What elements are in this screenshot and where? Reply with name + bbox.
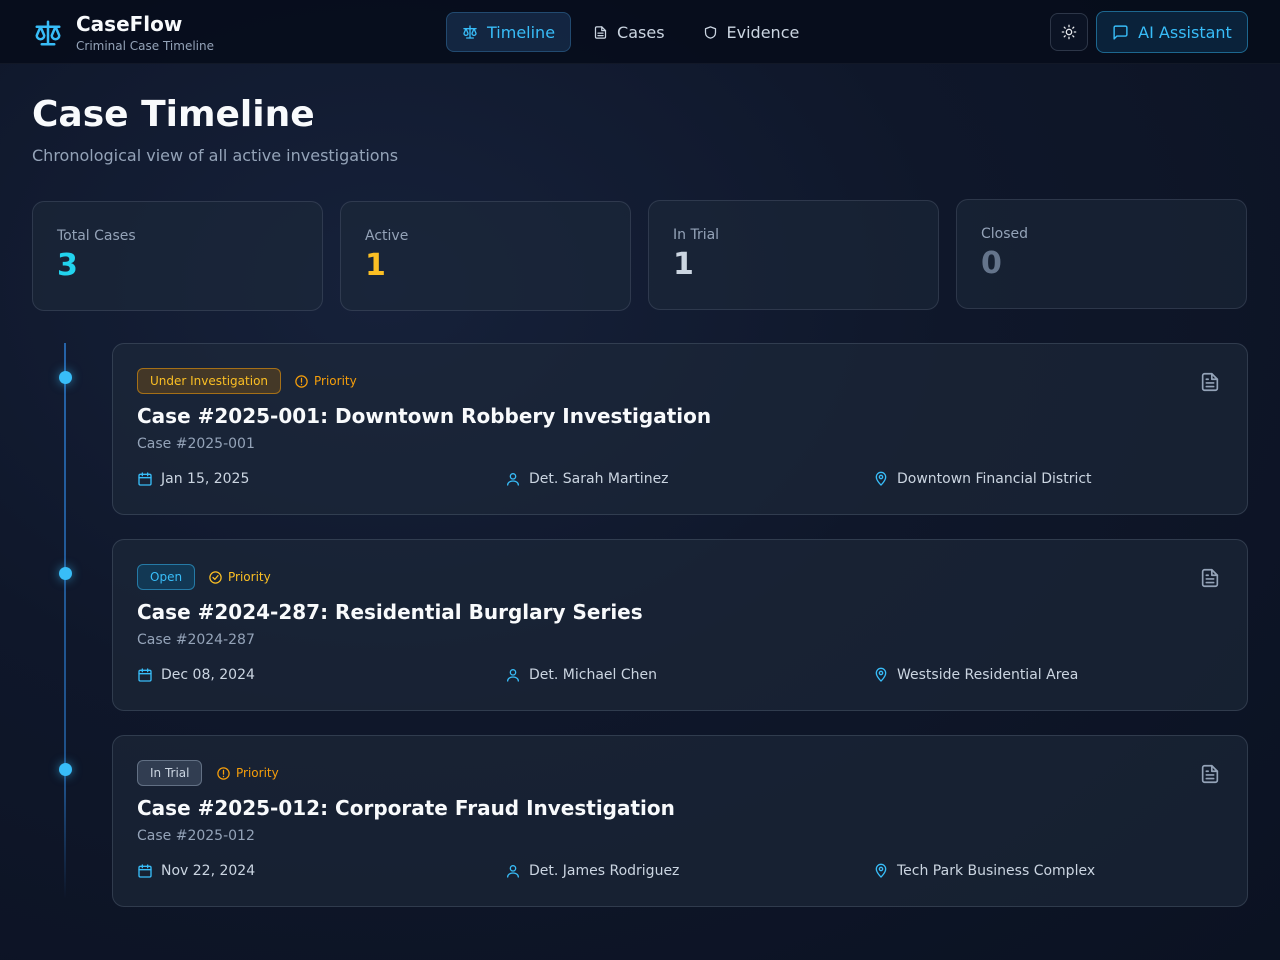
- priority-indicator: Priority: [216, 760, 279, 786]
- brand-subtitle: Criminal Case Timeline: [76, 39, 214, 53]
- document-icon[interactable]: [1199, 370, 1221, 398]
- top-navigation-bar: CaseFlow Criminal Case Timeline Timeline…: [0, 0, 1280, 64]
- stat-label: In Trial: [673, 227, 720, 243]
- stat-label: Active: [365, 228, 409, 244]
- scale-icon: [463, 25, 477, 39]
- case-title: Case #2025-012: Corporate Fraud Investig…: [137, 796, 675, 820]
- timeline-dot: [59, 763, 72, 776]
- user-icon: [507, 865, 519, 878]
- status-badge: Under Investigation: [137, 368, 282, 394]
- stat-card-closed: Closed 0: [956, 199, 1247, 309]
- stat-label: Closed: [981, 226, 1029, 242]
- page-title: Case Timeline: [32, 94, 315, 135]
- priority-indicator: Priority: [294, 368, 357, 394]
- case-detective: Det. Michael Chen: [505, 667, 657, 683]
- case-detective: Det. James Rodriguez: [505, 863, 679, 879]
- ai-assistant-button[interactable]: AI Assistant: [1096, 11, 1248, 53]
- document-icon[interactable]: [1199, 566, 1221, 594]
- case-detective: Det. Sarah Martinez: [505, 471, 669, 487]
- priority-indicator: Priority: [208, 564, 271, 590]
- case-card[interactable]: Open Priority Case #2024-287: Residentia…: [112, 539, 1248, 711]
- case-date-text: Nov 22, 2024: [161, 863, 256, 879]
- case-location-text: Westside Residential Area: [897, 667, 1079, 683]
- page-subtitle: Chronological view of all active investi…: [32, 146, 399, 165]
- case-detective-text: Det. Michael Chen: [529, 667, 657, 683]
- case-date: Jan 15, 2025: [137, 471, 249, 487]
- priority-label: Priority: [236, 766, 279, 780]
- stat-card-total: Total Cases 3: [32, 201, 323, 311]
- case-card[interactable]: Under Investigation Priority Case #2025-…: [112, 343, 1248, 515]
- sun-icon: [1061, 24, 1077, 40]
- user-icon: [507, 473, 519, 486]
- case-title: Case #2024-287: Residential Burglary Ser…: [137, 600, 643, 624]
- map-pin-icon: [875, 471, 887, 486]
- case-number: Case #2024-287: [137, 632, 255, 648]
- check-circle-icon: [209, 570, 222, 584]
- case-location-text: Tech Park Business Complex: [897, 863, 1096, 879]
- nav-evidence[interactable]: Evidence: [687, 12, 816, 52]
- stat-value: 1: [673, 247, 694, 282]
- shield-icon: [704, 25, 716, 39]
- main-nav: Timeline Cases Evidence: [446, 12, 821, 52]
- nav-evidence-label: Evidence: [726, 22, 800, 42]
- stat-value: 1: [365, 248, 386, 283]
- user-icon: [507, 669, 519, 682]
- case-card[interactable]: In Trial Priority Case #2025-012: Corpor…: [112, 735, 1248, 907]
- case-number: Case #2025-012: [137, 828, 255, 844]
- priority-label: Priority: [314, 374, 357, 388]
- stat-card-active: Active 1: [340, 201, 631, 311]
- case-location: Tech Park Business Complex: [873, 863, 1095, 879]
- scale-logo-icon: [32, 17, 64, 49]
- case-location: Westside Residential Area: [873, 667, 1078, 683]
- nav-timeline[interactable]: Timeline: [446, 12, 572, 52]
- alert-circle-icon: [295, 374, 308, 388]
- status-badge: Open: [137, 564, 196, 590]
- case-detective-text: Det. James Rodriguez: [529, 863, 680, 879]
- calendar-icon: [138, 668, 152, 682]
- theme-toggle-button[interactable]: [1050, 13, 1088, 51]
- timeline-line: [64, 343, 66, 898]
- calendar-icon: [138, 472, 152, 486]
- brand[interactable]: CaseFlow Criminal Case Timeline: [32, 12, 214, 54]
- file-icon: [594, 25, 607, 39]
- nav-timeline-label: Timeline: [487, 22, 556, 42]
- timeline-dot: [59, 371, 72, 384]
- timeline-dot: [59, 567, 72, 580]
- case-number: Case #2025-001: [137, 436, 255, 452]
- document-icon[interactable]: [1199, 762, 1221, 790]
- case-date-text: Jan 15, 2025: [161, 471, 250, 487]
- map-pin-icon: [875, 667, 887, 682]
- nav-cases-label: Cases: [617, 22, 665, 42]
- stat-value: 0: [981, 246, 1002, 281]
- case-detective-text: Det. Sarah Martinez: [529, 471, 669, 487]
- brand-name: CaseFlow: [76, 12, 183, 36]
- stat-value: 3: [57, 248, 78, 283]
- map-pin-icon: [875, 863, 887, 878]
- chat-icon: [1113, 24, 1128, 40]
- case-location: Downtown Financial District: [873, 471, 1092, 487]
- nav-cases[interactable]: Cases: [577, 12, 681, 52]
- case-date: Nov 22, 2024: [137, 863, 255, 879]
- ai-assistant-label: AI Assistant: [1138, 22, 1232, 42]
- case-date: Dec 08, 2024: [137, 667, 255, 683]
- stat-card-in-trial: In Trial 1: [648, 200, 939, 310]
- priority-label: Priority: [228, 570, 271, 584]
- calendar-icon: [138, 864, 152, 878]
- alert-circle-icon: [217, 766, 230, 780]
- case-title: Case #2025-001: Downtown Robbery Investi…: [137, 404, 712, 428]
- case-location-text: Downtown Financial District: [897, 471, 1092, 487]
- status-badge: In Trial: [137, 760, 203, 786]
- stat-label: Total Cases: [57, 228, 136, 244]
- case-date-text: Dec 08, 2024: [161, 667, 255, 683]
